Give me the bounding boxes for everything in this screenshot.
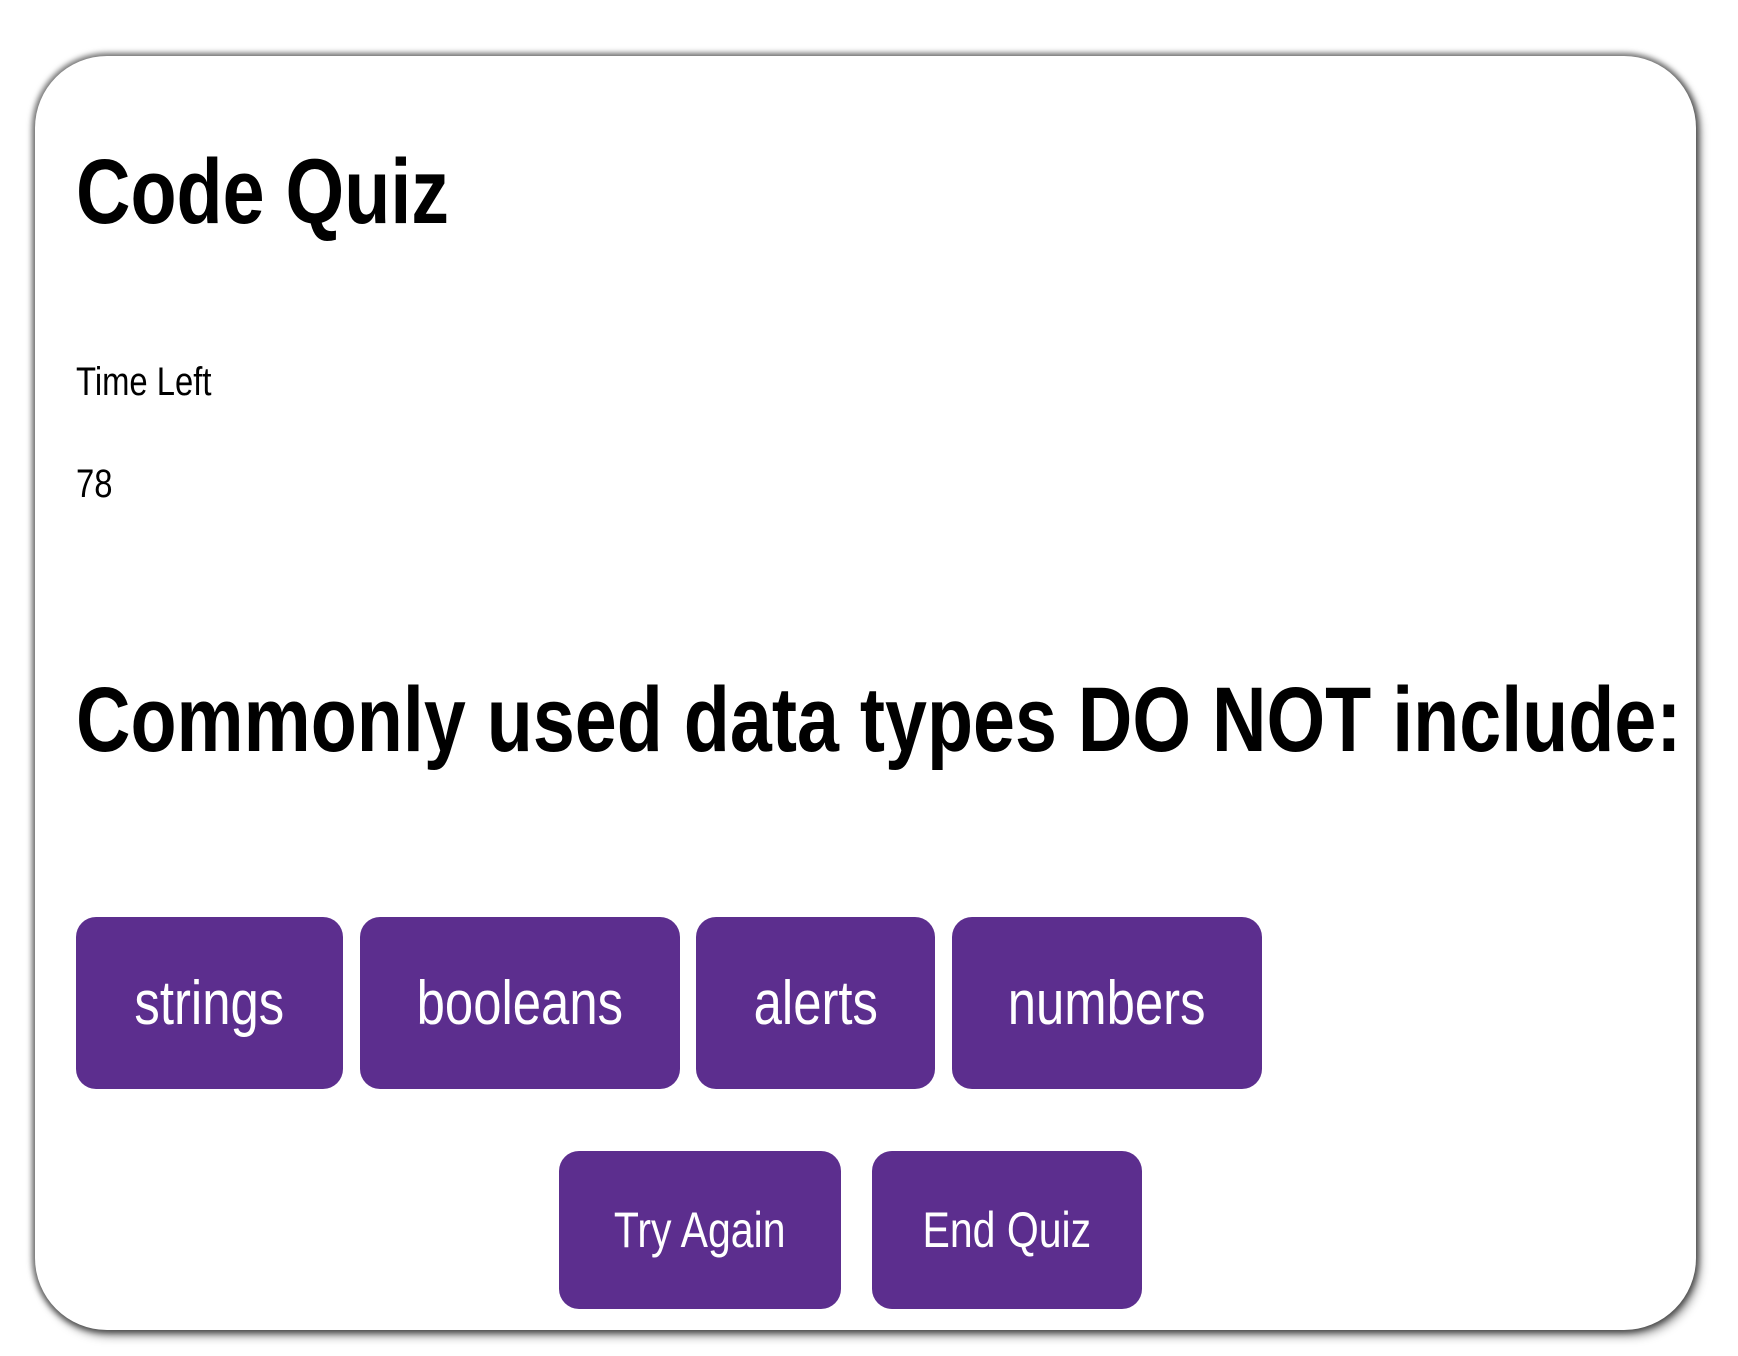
time-left-value: 78 [76, 462, 113, 506]
answer-button-numbers[interactable]: numbers [952, 917, 1262, 1089]
try-again-button[interactable]: Try Again [559, 1151, 841, 1309]
answer-button-alerts[interactable]: alerts [696, 917, 935, 1089]
time-left-label: Time Left [76, 360, 212, 404]
answer-button-strings[interactable]: strings [76, 917, 343, 1089]
page-title: Code Quiz [76, 141, 450, 243]
answer-button-booleans[interactable]: booleans [360, 917, 680, 1089]
question-text: Commonly used data types DO NOT include: [76, 669, 1682, 771]
end-quiz-button[interactable]: End Quiz [872, 1151, 1142, 1309]
